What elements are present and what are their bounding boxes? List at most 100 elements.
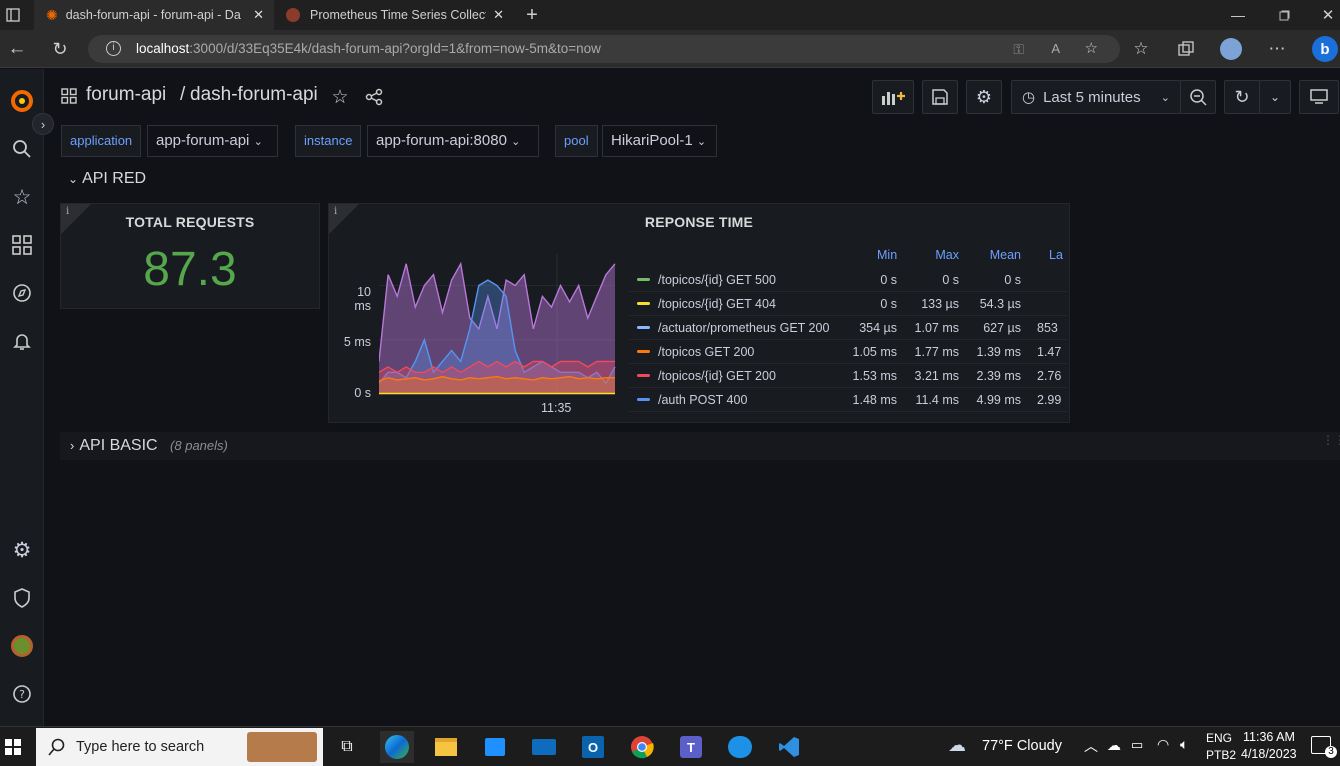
legend-last: 1.47 <box>1037 344 1062 359</box>
profile-avatar-icon[interactable] <box>1218 36 1244 62</box>
row-api-red[interactable]: ⌄ API RED <box>68 170 146 188</box>
time-range-picker[interactable]: ◷ Last 5 minutes ⌄ <box>1011 80 1181 114</box>
zoom-out-button[interactable] <box>1180 80 1216 114</box>
vscode-icon[interactable] <box>772 731 806 763</box>
favorites-icon[interactable]: ☆ <box>1128 36 1154 62</box>
variable-select-pool[interactable]: HikariPool-1 ⌄ <box>602 125 717 157</box>
legend-row[interactable]: /topicos GET 200 1.05 ms 1.77 ms 1.39 ms 1.4… <box>629 340 1067 364</box>
y-tick-label: 0 s <box>354 386 371 400</box>
reload-icon[interactable]: ↻ <box>47 36 73 62</box>
tab-title: Prometheus Time Series Collectio <box>310 8 486 22</box>
bing-icon[interactable]: b <box>1310 34 1340 64</box>
language-code[interactable]: ENG <box>1206 731 1232 745</box>
notification-count: 3 <box>1325 746 1337 758</box>
search-icon[interactable] <box>4 131 40 167</box>
panel-title: TOTAL REQUESTS <box>125 214 255 230</box>
teams-icon[interactable]: T <box>674 731 708 763</box>
legend-row[interactable]: /auth POST 400 1.48 ms 11.4 ms 4.99 ms 2.99 <box>629 388 1067 412</box>
close-tab-icon[interactable]: ✕ <box>493 7 504 23</box>
collections-icon[interactable] <box>1173 36 1199 62</box>
drag-handle-icon[interactable]: ⋮⋮ <box>1322 434 1340 455</box>
dashboard-settings-button[interactable]: ⚙ <box>966 80 1002 114</box>
taskbar-search-box[interactable]: Type here to search <box>36 728 323 766</box>
alerting-icon[interactable] <box>4 323 40 359</box>
variable-select-instance[interactable]: app-forum-api:8080 ⌄ <box>367 125 539 157</box>
battery-icon[interactable]: ▭ <box>1131 737 1143 753</box>
dashboards-icon[interactable] <box>4 227 40 263</box>
wifi-icon[interactable]: ◠ <box>1157 736 1169 753</box>
breadcrumb-folder[interactable]: forum-api <box>86 84 166 106</box>
mail-icon[interactable] <box>527 731 561 763</box>
legend-series-name: /topicos/{id} GET 200 <box>658 368 776 383</box>
start-button[interactable] <box>0 731 26 763</box>
legend-header-mean[interactable]: Mean <box>979 248 1021 262</box>
close-tab-icon[interactable]: ✕ <box>253 7 264 23</box>
starred-icon[interactable]: ☆ <box>4 179 40 215</box>
legend-row[interactable]: /topicos/{id} GET 404 0 s 133 µs 54.3 µs <box>629 292 1067 316</box>
response-time-chart[interactable] <box>379 254 619 396</box>
legend-series-name: /topicos/{id} GET 404 <box>658 296 776 311</box>
help-icon[interactable]: ? <box>4 676 40 712</box>
minimize-icon[interactable]: — <box>1226 4 1250 26</box>
tv-mode-button[interactable] <box>1299 80 1339 114</box>
tab-prometheus[interactable]: Prometheus Time Series Collectio ✕ <box>276 0 516 30</box>
outlook-icon[interactable]: O <box>576 731 610 763</box>
clock-time[interactable]: 11:36 AM <box>1243 730 1295 744</box>
back-icon[interactable]: ← <box>4 36 30 62</box>
edge-app-icon[interactable] <box>380 731 414 763</box>
weather-icon[interactable]: ☁ <box>948 735 966 756</box>
volume-icon[interactable]: 🔈︎ <box>1180 736 1188 753</box>
close-window-icon[interactable]: ✕ <box>1316 4 1340 26</box>
refresh-interval-dropdown[interactable]: ⌄ <box>1259 80 1291 114</box>
explore-icon[interactable] <box>4 275 40 311</box>
store-icon[interactable] <box>478 731 512 763</box>
task-view-icon[interactable]: ⧉ <box>330 731 364 763</box>
keyboard-layout[interactable]: PTB2 <box>1206 748 1236 762</box>
legend-row[interactable]: /topicos/{id} GET 500 0 s 0 s 0 s <box>629 268 1067 292</box>
save-dashboard-button[interactable] <box>922 80 958 114</box>
prometheus-favicon-icon <box>286 8 300 22</box>
legend-row[interactable]: /topicos/{id} GET 200 1.53 ms 3.21 ms 2.39 … <box>629 364 1067 388</box>
variable-value: app-forum-api <box>156 132 250 149</box>
add-panel-button[interactable] <box>872 80 914 114</box>
docker-icon[interactable] <box>723 731 757 763</box>
panel-total-requests: i TOTAL REQUESTS 87.3 <box>60 203 320 309</box>
configuration-icon[interactable]: ⚙ <box>4 532 40 568</box>
row-api-basic[interactable]: › API BASIC (8 panels) <box>70 437 228 455</box>
browser-address-bar: ← ↻ i localhost:3000/d/33Eq35E4k/dash-fo… <box>0 30 1340 68</box>
weather-text[interactable]: 77°F Cloudy <box>982 738 1062 754</box>
y-tick-label: 5 ms <box>343 335 371 349</box>
legend-row[interactable]: /actuator/prometheus GET 200 354 µs 1.07 m… <box>629 316 1067 340</box>
legend-header-min[interactable]: Min <box>877 248 897 262</box>
refresh-button[interactable]: ↻ <box>1224 80 1260 114</box>
url-field[interactable]: i localhost:3000/d/33Eq35E4k/dash-forum-… <box>88 35 1120 63</box>
show-hidden-icons[interactable]: ︿ <box>1084 736 1098 756</box>
mark-favorite-icon[interactable]: ☆ <box>329 86 351 108</box>
expand-sidebar-icon[interactable]: › <box>32 113 54 135</box>
legend-header-last[interactable]: La <box>1049 248 1063 262</box>
file-explorer-icon[interactable] <box>429 731 463 763</box>
more-menu-icon[interactable]: ⋯ <box>1264 36 1290 62</box>
variable-select-application[interactable]: app-forum-api ⌄ <box>147 125 278 157</box>
user-avatar[interactable] <box>4 628 40 664</box>
chevron-down-icon: ⌄ <box>696 136 707 148</box>
site-info-icon[interactable]: i <box>106 41 121 56</box>
grafana-logo-icon[interactable] <box>4 83 40 119</box>
chevron-down-icon: ⌄ <box>253 136 263 148</box>
tab-grafana[interactable]: ✺ dash-forum-api - forum-api - Da ✕ <box>34 0 274 30</box>
chrome-icon[interactable] <box>625 731 659 763</box>
legend-mean: 4.99 ms <box>976 392 1021 407</box>
add-favorite-icon[interactable]: ☆ <box>1085 35 1098 63</box>
clock-date[interactable]: 4/18/2023 <box>1241 747 1297 761</box>
tab-actions-icon[interactable] <box>2 4 24 26</box>
restore-icon[interactable] <box>1272 4 1296 26</box>
onedrive-icon[interactable]: ☁ <box>1107 737 1121 754</box>
read-aloud-icon[interactable]: A <box>1051 35 1060 63</box>
windows-taskbar: Type here to search ⧉ O T ☁ 77°F Cloudy … <box>0 726 1340 766</box>
key-icon[interactable]: ⚿ <box>1013 35 1024 63</box>
server-admin-icon[interactable] <box>4 580 40 616</box>
page-title[interactable]: dash-forum-api <box>190 84 318 106</box>
new-tab-icon[interactable]: + <box>520 3 544 27</box>
share-icon[interactable] <box>363 86 385 108</box>
legend-header-max[interactable]: Max <box>929 248 959 262</box>
